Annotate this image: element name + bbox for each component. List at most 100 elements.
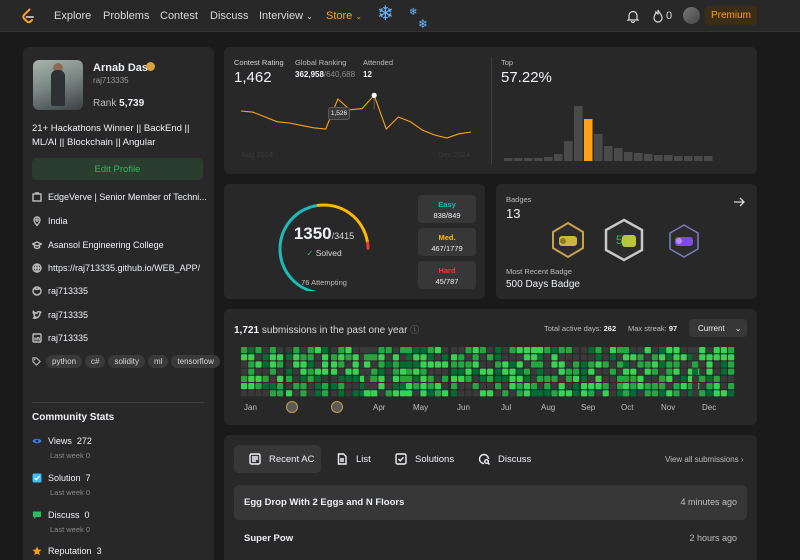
heatmap-cell[interactable]	[581, 375, 588, 382]
heatmap-cell[interactable]	[516, 361, 523, 368]
heatmap-cell[interactable]	[617, 383, 624, 390]
heatmap-cell[interactable]	[659, 354, 666, 361]
heatmap-cell[interactable]	[479, 361, 486, 368]
heatmap-cell[interactable]	[623, 390, 630, 397]
heatmap-cell[interactable]	[573, 368, 580, 375]
heatmap-cell[interactable]	[595, 375, 602, 382]
heatmap-cell[interactable]	[666, 347, 673, 354]
heatmap-cell[interactable]	[255, 361, 262, 368]
heatmap-cell[interactable]	[352, 375, 359, 382]
heatmap-cell[interactable]	[293, 390, 300, 397]
heatmap-cell[interactable]	[451, 347, 458, 354]
heatmap-cell[interactable]	[565, 383, 572, 390]
heatmap-cell[interactable]	[495, 361, 502, 368]
heatmap-cell[interactable]	[651, 383, 658, 390]
heatmap-cell[interactable]	[465, 368, 472, 375]
heatmap-cell[interactable]	[472, 383, 479, 390]
heatmap-cell[interactable]	[728, 361, 735, 368]
heatmap-cell[interactable]	[427, 347, 434, 354]
heatmap-cell[interactable]	[442, 390, 449, 397]
heatmap-cell[interactable]	[713, 347, 720, 354]
heatmap-cell[interactable]	[537, 390, 544, 397]
heatmap-cell[interactable]	[248, 390, 255, 397]
heatmap-cell[interactable]	[523, 390, 530, 397]
heatmap-cell[interactable]	[400, 375, 407, 382]
heatmap-cell[interactable]	[516, 354, 523, 361]
heatmap-cell[interactable]	[322, 368, 329, 375]
heatmap-cell[interactable]	[609, 390, 616, 397]
heatmap-cell[interactable]	[558, 375, 565, 382]
heatmap-cell[interactable]	[465, 354, 472, 361]
heatmap-cell[interactable]	[385, 368, 392, 375]
heatmap-cell[interactable]	[516, 368, 523, 375]
submission-row[interactable]: Super Pow 2 hours ago	[234, 521, 747, 556]
heatmap-cell[interactable]	[617, 390, 624, 397]
heatmap-cell[interactable]	[420, 347, 427, 354]
heatmap-cell[interactable]	[588, 375, 595, 382]
heatmap-cell[interactable]	[434, 347, 441, 354]
heatmap-cell[interactable]	[609, 368, 616, 375]
heatmap-cell[interactable]	[352, 354, 359, 361]
heatmap-cell[interactable]	[314, 375, 321, 382]
heatmap-cell[interactable]	[472, 368, 479, 375]
heatmap-cell[interactable]	[331, 368, 338, 375]
heatmap-cell[interactable]	[400, 390, 407, 397]
heatmap-cell[interactable]	[573, 347, 580, 354]
heatmap-cell[interactable]	[509, 354, 516, 361]
heatmap-cell[interactable]	[392, 347, 399, 354]
heatmap-cell[interactable]	[651, 375, 658, 382]
heatmap-cell[interactable]	[673, 361, 680, 368]
heatmap-cell[interactable]	[509, 383, 516, 390]
heatmap-cell[interactable]	[558, 354, 565, 361]
heatmap-cell[interactable]	[588, 361, 595, 368]
heatmap-cell[interactable]	[286, 383, 293, 390]
heatmap-cell[interactable]	[531, 354, 538, 361]
heatmap-cell[interactable]	[338, 347, 345, 354]
heatmap-cell[interactable]	[248, 375, 255, 382]
heatmap-cell[interactable]	[544, 347, 551, 354]
heatmap-cell[interactable]	[637, 354, 644, 361]
heatmap-cell[interactable]	[720, 383, 727, 390]
heatmap-cell[interactable]	[255, 354, 262, 361]
heatmap-cell[interactable]	[495, 383, 502, 390]
heatmap-cell[interactable]	[286, 347, 293, 354]
heatmap-cell[interactable]	[307, 347, 314, 354]
heatmap-cell[interactable]	[673, 354, 680, 361]
heatmap-cell[interactable]	[293, 383, 300, 390]
heatmap-cell[interactable]	[458, 390, 465, 397]
heatmap-cell[interactable]	[300, 390, 307, 397]
heatmap-cell[interactable]	[644, 368, 651, 375]
heatmap-cell[interactable]	[322, 383, 329, 390]
heatmap-cell[interactable]	[241, 383, 248, 390]
heatmap-cell[interactable]	[706, 347, 713, 354]
heatmap-cell[interactable]	[434, 361, 441, 368]
heatmap-cell[interactable]	[502, 354, 509, 361]
heatmap-cell[interactable]	[262, 383, 269, 390]
heatmap-cell[interactable]	[345, 383, 352, 390]
heatmap-cell[interactable]	[378, 390, 385, 397]
heatmap-cell[interactable]	[495, 375, 502, 382]
heatmap-cell[interactable]	[378, 354, 385, 361]
heatmap-cell[interactable]	[706, 368, 713, 375]
heatmap-cell[interactable]	[502, 390, 509, 397]
heatmap-cell[interactable]	[637, 375, 644, 382]
heatmap-cell[interactable]	[602, 368, 609, 375]
heatmap-cell[interactable]	[680, 368, 687, 375]
heatmap-cell[interactable]	[371, 368, 378, 375]
heatmap-cell[interactable]	[465, 383, 472, 390]
heatmap-cell[interactable]	[338, 375, 345, 382]
heatmap-cell[interactable]	[338, 368, 345, 375]
heatmap-cell[interactable]	[713, 354, 720, 361]
heatmap-cell[interactable]	[699, 361, 706, 368]
heatmap-cell[interactable]	[392, 354, 399, 361]
heatmap-cell[interactable]	[458, 361, 465, 368]
heatmap-cell[interactable]	[420, 354, 427, 361]
tab-solutions[interactable]: Solutions	[395, 445, 454, 473]
heatmap-cell[interactable]	[420, 368, 427, 375]
rating-point[interactable]	[371, 92, 377, 98]
heatmap-cell[interactable]	[602, 383, 609, 390]
heatmap-cell[interactable]	[434, 390, 441, 397]
heatmap-cell[interactable]	[699, 383, 706, 390]
heatmap-cell[interactable]	[300, 354, 307, 361]
heatmap-cell[interactable]	[277, 368, 284, 375]
